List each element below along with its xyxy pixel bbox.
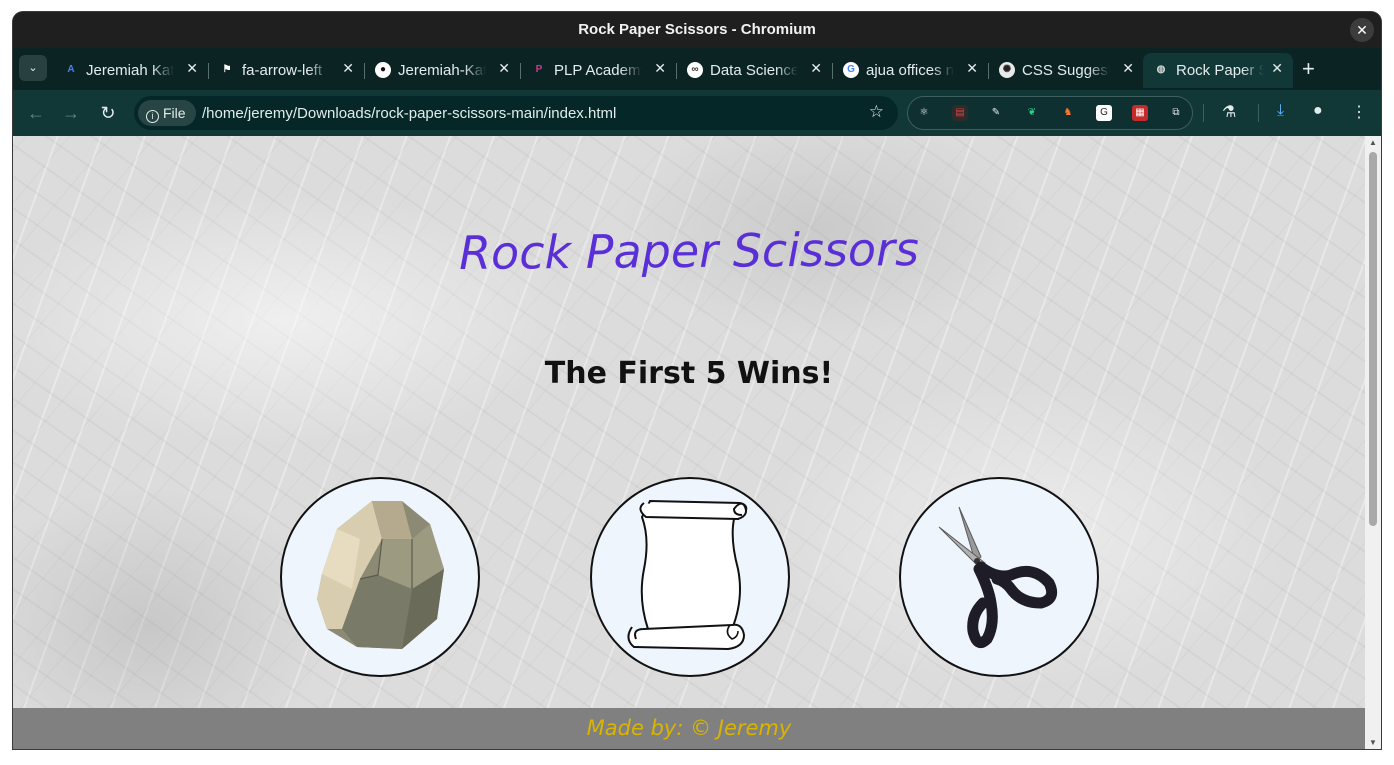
- tab-fa-arrow-left[interactable]: ⚑ fa-arrow-left ✕: [209, 53, 365, 88]
- rock-choice-button[interactable]: [280, 477, 480, 677]
- tab-label: Jeremiah-Katumo: [398, 62, 486, 79]
- download-icon[interactable]: ⤓: [1277, 102, 1284, 120]
- scroll-down-arrow-icon[interactable]: ▼: [1369, 738, 1377, 747]
- title-bar: Rock Paper Scissors - Chromium ✕: [13, 12, 1381, 48]
- forward-button[interactable]: →: [59, 101, 83, 125]
- tab-label: PLP Academy: [554, 62, 642, 79]
- puzzle-extensions-icon[interactable]: ⧉: [1168, 105, 1184, 121]
- reload-button[interactable]: ↻: [96, 101, 120, 125]
- tab-close-icon[interactable]: ✕: [498, 60, 510, 77]
- calendar-extension-icon[interactable]: ▦: [1132, 105, 1148, 121]
- google-icon: G: [843, 62, 859, 78]
- footer-credit: Made by: © Jeremy: [586, 716, 792, 740]
- new-tab-button[interactable]: +: [1302, 56, 1315, 82]
- page-subtitle: The First 5 Wins!: [544, 356, 834, 391]
- globe-icon: ◍: [1156, 64, 1166, 75]
- tab-jeremiah-katumo[interactable]: A Jeremiah Katumo ✕: [53, 53, 209, 88]
- page-viewport: Rock Paper Scissors The First 5 Wins! Ma…: [13, 136, 1365, 749]
- tab-label: Data Science: [710, 62, 798, 79]
- vertical-scrollbar[interactable]: ▲ ▼: [1365, 136, 1381, 749]
- tab-github[interactable]: ● Jeremiah-Katumo ✕: [365, 53, 521, 88]
- back-button[interactable]: ←: [24, 101, 48, 125]
- tab-ajua-offices[interactable]: G ajua offices nairobi ✕: [833, 53, 989, 88]
- data-science-icon: ∞: [687, 62, 703, 78]
- tab-close-icon[interactable]: ✕: [1122, 60, 1134, 77]
- tab-rock-paper-scissors[interactable]: ◍ Rock Paper Scissors ✕: [1143, 53, 1293, 88]
- flag-icon: ⚑: [222, 64, 232, 75]
- site-info-chip[interactable]: i File: [138, 100, 196, 126]
- extensions-group: ⚛ ▤ ✎ ❦ ♞ G ▦ ⧉: [907, 96, 1193, 130]
- info-icon: i: [146, 110, 159, 123]
- labs-flask-icon[interactable]: ⚗: [1222, 102, 1236, 122]
- tab-data-science[interactable]: ∞ Data Science ✕: [677, 53, 833, 88]
- paper-scroll-icon: [627, 499, 748, 651]
- tab-plp-academy[interactable]: P PLP Academy ✕: [521, 53, 677, 88]
- window-title: Rock Paper Scissors - Chromium: [578, 21, 816, 38]
- toolbar-separator: [1258, 104, 1259, 122]
- bookmark-star-icon[interactable]: ☆: [869, 102, 884, 122]
- page-footer: Made by: © Jeremy: [13, 708, 1365, 749]
- scissors-icon: [938, 506, 1058, 648]
- file-chip-label: File: [163, 105, 186, 121]
- page-title: Rock Paper Scissors: [458, 221, 920, 281]
- tab-strip: ⌄ A Jeremiah Katumo ✕ ⚑ fa-arrow-left ✕ …: [13, 48, 1381, 90]
- a-logo-icon: A: [67, 64, 75, 75]
- pdf-extension-icon[interactable]: ▤: [952, 105, 968, 121]
- bird-extension-icon[interactable]: ❦: [1024, 105, 1040, 121]
- scissors-choice-button[interactable]: [899, 477, 1099, 677]
- tab-label: Jeremiah Katumo: [86, 62, 174, 79]
- profile-avatar-icon[interactable]: ●: [1313, 102, 1323, 120]
- tab-search-button[interactable]: ⌄: [19, 55, 47, 81]
- tab-label: ajua offices nairobi: [866, 62, 954, 79]
- tab-label: fa-arrow-left: [242, 62, 323, 79]
- react-devtools-icon[interactable]: ⚛: [916, 105, 932, 121]
- plp-icon: P: [535, 64, 543, 75]
- tab-close-icon[interactable]: ✕: [966, 60, 978, 77]
- fox-extension-icon[interactable]: ♞: [1060, 105, 1076, 121]
- scroll-up-arrow-icon[interactable]: ▲: [1369, 138, 1377, 147]
- tab-close-icon[interactable]: ✕: [810, 60, 822, 77]
- rock-icon: [317, 501, 444, 649]
- browser-window: Rock Paper Scissors - Chromium ✕ ⌄ A Jer…: [13, 12, 1381, 749]
- tab-close-icon[interactable]: ✕: [1271, 60, 1283, 77]
- tab-label: CSS Suggestions: [1022, 62, 1110, 79]
- tab-label: Rock Paper Scissors: [1176, 62, 1264, 79]
- tab-css-suggestions[interactable]: ✺ CSS Suggestions ✕: [989, 53, 1144, 88]
- github-icon: ●: [375, 62, 391, 78]
- toolbar-separator: [1203, 104, 1204, 122]
- paper-choice-button[interactable]: [590, 477, 790, 677]
- menu-kebab-icon[interactable]: ⋮: [1351, 102, 1367, 122]
- tab-close-icon[interactable]: ✕: [342, 60, 354, 77]
- navigation-toolbar: ← → ↻ i File /home/jeremy/Downloads/rock-…: [13, 90, 1381, 136]
- address-bar[interactable]: i File /home/jeremy/Downloads/rock-paper-…: [134, 96, 898, 130]
- url-text[interactable]: /home/jeremy/Downloads/rock-paper-scisso…: [202, 105, 616, 122]
- color-picker-icon[interactable]: ✎: [988, 105, 1004, 121]
- window-close-button[interactable]: ✕: [1350, 18, 1374, 42]
- openai-icon: ✺: [999, 62, 1015, 78]
- scroll-thumb[interactable]: [1369, 152, 1377, 526]
- tab-close-icon[interactable]: ✕: [186, 60, 198, 77]
- grammarly-icon[interactable]: G: [1096, 105, 1112, 121]
- tab-close-icon[interactable]: ✕: [654, 60, 666, 77]
